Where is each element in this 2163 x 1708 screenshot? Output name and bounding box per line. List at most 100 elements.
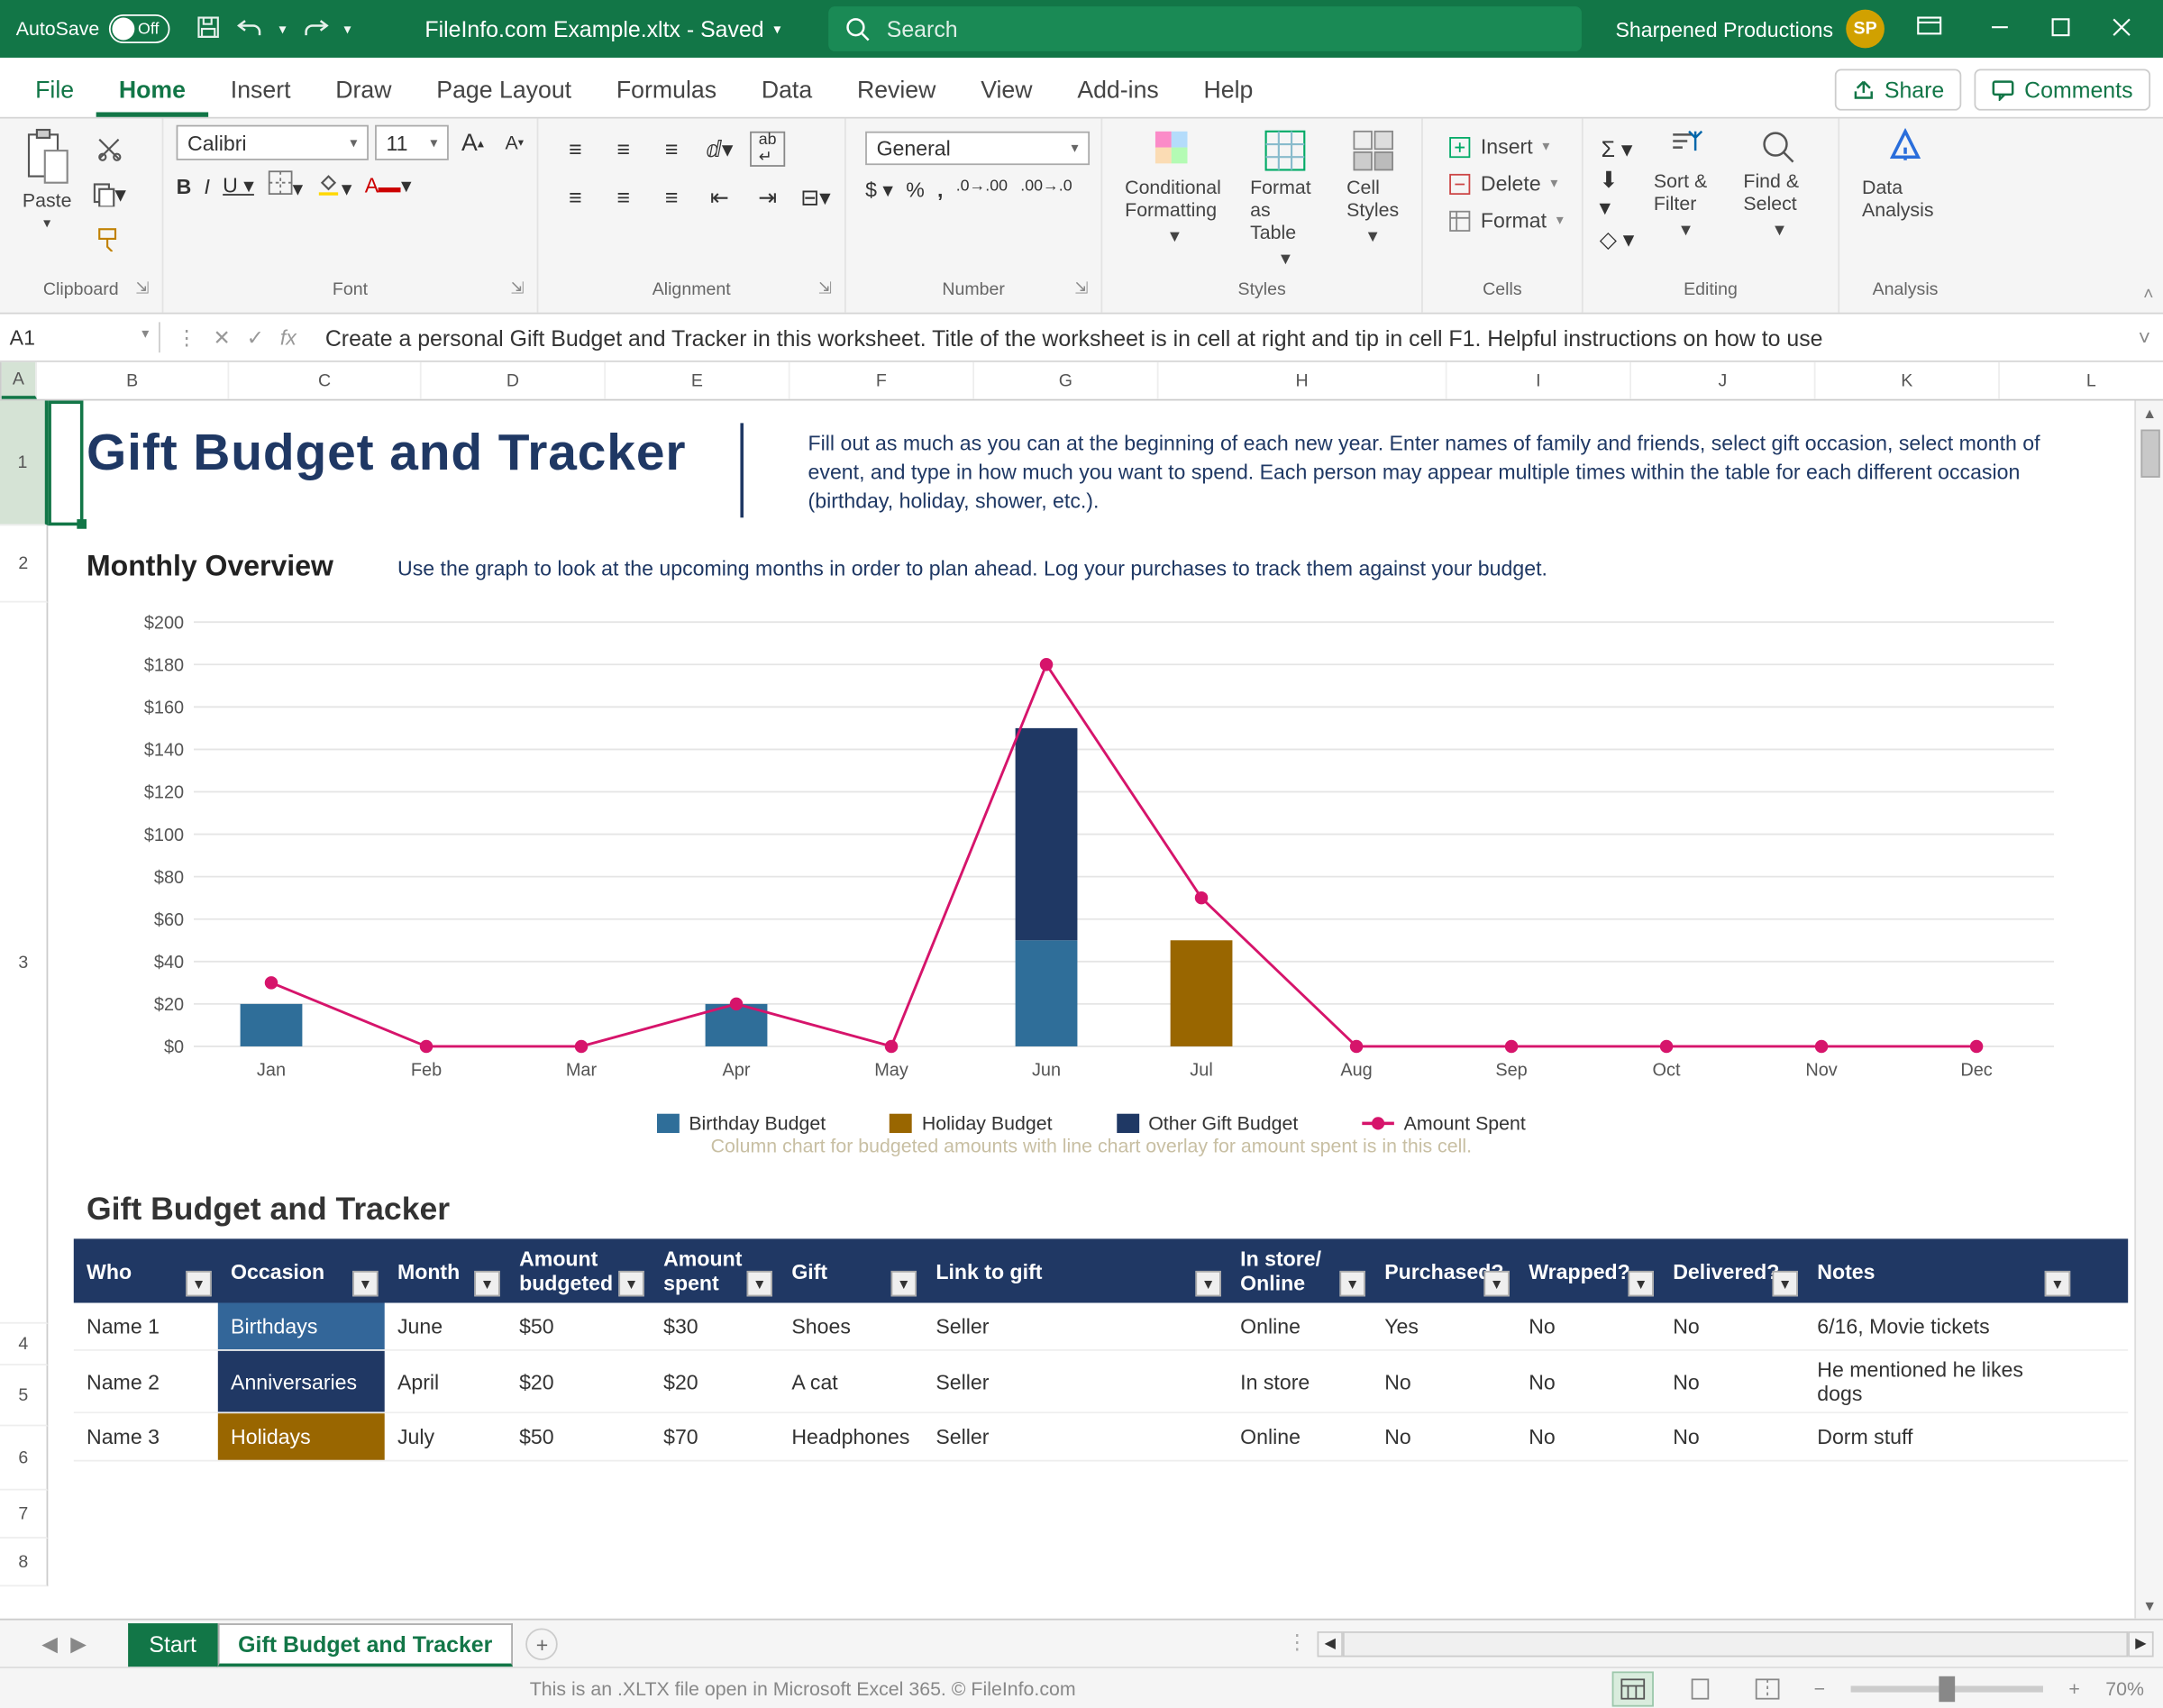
table-cell[interactable]: 6/16, Movie tickets (1804, 1303, 2076, 1350)
fill-icon[interactable]: ⬇ ▾ (1599, 177, 1634, 212)
column-header[interactable]: E (606, 362, 789, 399)
indent-increase-icon[interactable]: ⇥ (750, 179, 785, 215)
zoom-out-icon[interactable]: − (1814, 1677, 1825, 1700)
find-select-button[interactable]: Find & Select▾ (1734, 125, 1825, 244)
table-cell[interactable]: No (1516, 1413, 1660, 1460)
table-cell[interactable]: Online (1228, 1413, 1372, 1460)
underline-icon[interactable]: U ▾ (223, 173, 254, 198)
ribbon-display-icon[interactable] (1916, 15, 1941, 42)
align-bottom-icon[interactable]: ≡ (653, 132, 689, 167)
row-header[interactable]: 7 (0, 1491, 48, 1539)
tab-data[interactable]: Data (739, 68, 835, 117)
tab-addins[interactable]: Add-ins (1054, 68, 1181, 117)
collapse-ribbon-icon[interactable]: ˄ (2143, 285, 2153, 304)
table-header[interactable]: Occasion▾ (218, 1239, 385, 1303)
border-icon[interactable]: ▾ (267, 169, 303, 202)
table-cell[interactable]: Anniversaries (218, 1351, 385, 1412)
table-cell[interactable]: June (385, 1303, 507, 1350)
table-cell[interactable]: Name 2 (74, 1351, 218, 1412)
table-cell[interactable]: No (1516, 1351, 1660, 1412)
table-cell[interactable]: $70 (651, 1413, 779, 1460)
table-header[interactable]: Purchased?▾ (1372, 1239, 1516, 1303)
table-cell[interactable]: Name 1 (74, 1303, 218, 1350)
sort-filter-button[interactable]: Sort & Filter▾ (1644, 125, 1727, 244)
table-cell[interactable]: No (1372, 1351, 1516, 1412)
monthly-chart[interactable]: $0$20$40$60$80$100$120$140$160$180$200Ja… (48, 589, 2134, 1164)
horizontal-scrollbar[interactable]: ◀▶ (1318, 1621, 2163, 1667)
row-header[interactable]: 5 (0, 1365, 48, 1427)
column-header[interactable]: C (229, 362, 421, 399)
table-cell[interactable]: No (1660, 1351, 1804, 1412)
table-cell[interactable]: Yes (1372, 1303, 1516, 1350)
row-header[interactable]: 8 (0, 1539, 48, 1586)
font-size-select[interactable]: 11 (375, 125, 449, 160)
column-header[interactable]: G (974, 362, 1158, 399)
align-right-icon[interactable]: ≡ (653, 179, 689, 215)
orientation-icon[interactable]: ⅆ▾ (702, 132, 737, 167)
table-row[interactable]: Name 3HolidaysJuly$50$70HeadphonesSeller… (74, 1413, 2128, 1461)
tab-nav-next-icon[interactable]: ▶ (70, 1630, 87, 1656)
save-icon[interactable] (196, 14, 221, 44)
tab-file[interactable]: File (13, 68, 96, 117)
document-name[interactable]: FileInfo.com Example.xltx - Saved ▾ (424, 16, 780, 41)
zoom-in-icon[interactable]: + (2068, 1677, 2079, 1700)
table-cell[interactable]: Birthdays (218, 1303, 385, 1350)
font-name-select[interactable]: Calibri (177, 125, 369, 160)
table-cell[interactable]: Seller (923, 1303, 1228, 1350)
data-analysis-button[interactable]: Data Analysis (1852, 125, 1958, 224)
fill-color-icon[interactable]: ▾ (315, 169, 351, 202)
minimize-icon[interactable] (1990, 17, 2009, 41)
tab-view[interactable]: View (958, 68, 1054, 117)
filter-dropdown-icon[interactable]: ▾ (2045, 1271, 2070, 1296)
table-cell[interactable]: No (1372, 1413, 1516, 1460)
row-header[interactable]: 2 (0, 525, 48, 602)
filter-dropdown-icon[interactable]: ▾ (352, 1271, 378, 1296)
table-header[interactable]: In store/ Online▾ (1228, 1239, 1372, 1303)
table-header[interactable]: Link to gift▾ (923, 1239, 1228, 1303)
fx-icon[interactable]: fx (280, 324, 297, 350)
align-center-icon[interactable]: ≡ (606, 179, 641, 215)
table-cell[interactable]: No (1660, 1413, 1804, 1460)
column-header[interactable]: H (1158, 362, 1447, 399)
clear-icon[interactable]: ◇ ▾ (1599, 221, 1634, 256)
format-as-table-button[interactable]: Format as Table▾ (1240, 125, 1330, 273)
table-cell[interactable]: Name 3 (74, 1413, 218, 1460)
italic-icon[interactable]: I (205, 174, 210, 198)
table-cell[interactable]: Seller (923, 1413, 1228, 1460)
currency-icon[interactable]: $ ▾ (865, 178, 893, 203)
filter-dropdown-icon[interactable]: ▾ (1339, 1271, 1364, 1296)
table-cell[interactable]: A cat (779, 1351, 923, 1412)
search-box[interactable] (829, 6, 1583, 51)
table-cell[interactable]: Online (1228, 1303, 1372, 1350)
table-row[interactable]: Name 1BirthdaysJune$50$30ShoesSellerOnli… (74, 1303, 2128, 1351)
tab-help[interactable]: Help (1182, 68, 1276, 117)
table-cell[interactable]: In store (1228, 1351, 1372, 1412)
table-cell[interactable]: July (385, 1413, 507, 1460)
indent-decrease-icon[interactable]: ⇤ (702, 179, 737, 215)
row-header[interactable]: 4 (0, 1324, 48, 1365)
normal-view-icon[interactable] (1612, 1671, 1654, 1706)
table-cell[interactable]: $50 (507, 1303, 651, 1350)
table-cell[interactable]: Seller (923, 1351, 1228, 1412)
number-format-select[interactable]: General (865, 132, 1090, 165)
name-box[interactable]: A1 (0, 322, 160, 352)
conditional-formatting-button[interactable]: Conditional Formatting▾ (1115, 125, 1234, 251)
column-header[interactable]: F (790, 362, 974, 399)
cancel-formula-icon[interactable]: ✕ (213, 324, 230, 350)
filter-dropdown-icon[interactable]: ▾ (1195, 1271, 1220, 1296)
table-row[interactable]: Name 2AnniversariesApril$20$20A catSelle… (74, 1351, 2128, 1413)
row-header[interactable]: 6 (0, 1426, 48, 1490)
filter-dropdown-icon[interactable]: ▾ (186, 1271, 211, 1296)
table-cell[interactable]: $50 (507, 1413, 651, 1460)
insert-cells-button[interactable]: Insert (1442, 132, 1556, 162)
merge-icon[interactable]: ⊟▾ (798, 179, 833, 215)
column-header[interactable]: J (1631, 362, 1815, 399)
align-left-icon[interactable]: ≡ (558, 179, 593, 215)
column-header[interactable]: K (1815, 362, 1999, 399)
tab-nav-prev-icon[interactable]: ◀ (41, 1630, 58, 1656)
column-header[interactable]: B (37, 362, 229, 399)
wrap-text-icon[interactable]: ab↵ (750, 132, 785, 167)
maximize-icon[interactable] (2051, 17, 2070, 41)
zoom-level[interactable]: 70% (2105, 1677, 2144, 1700)
tab-home[interactable]: Home (96, 68, 208, 117)
